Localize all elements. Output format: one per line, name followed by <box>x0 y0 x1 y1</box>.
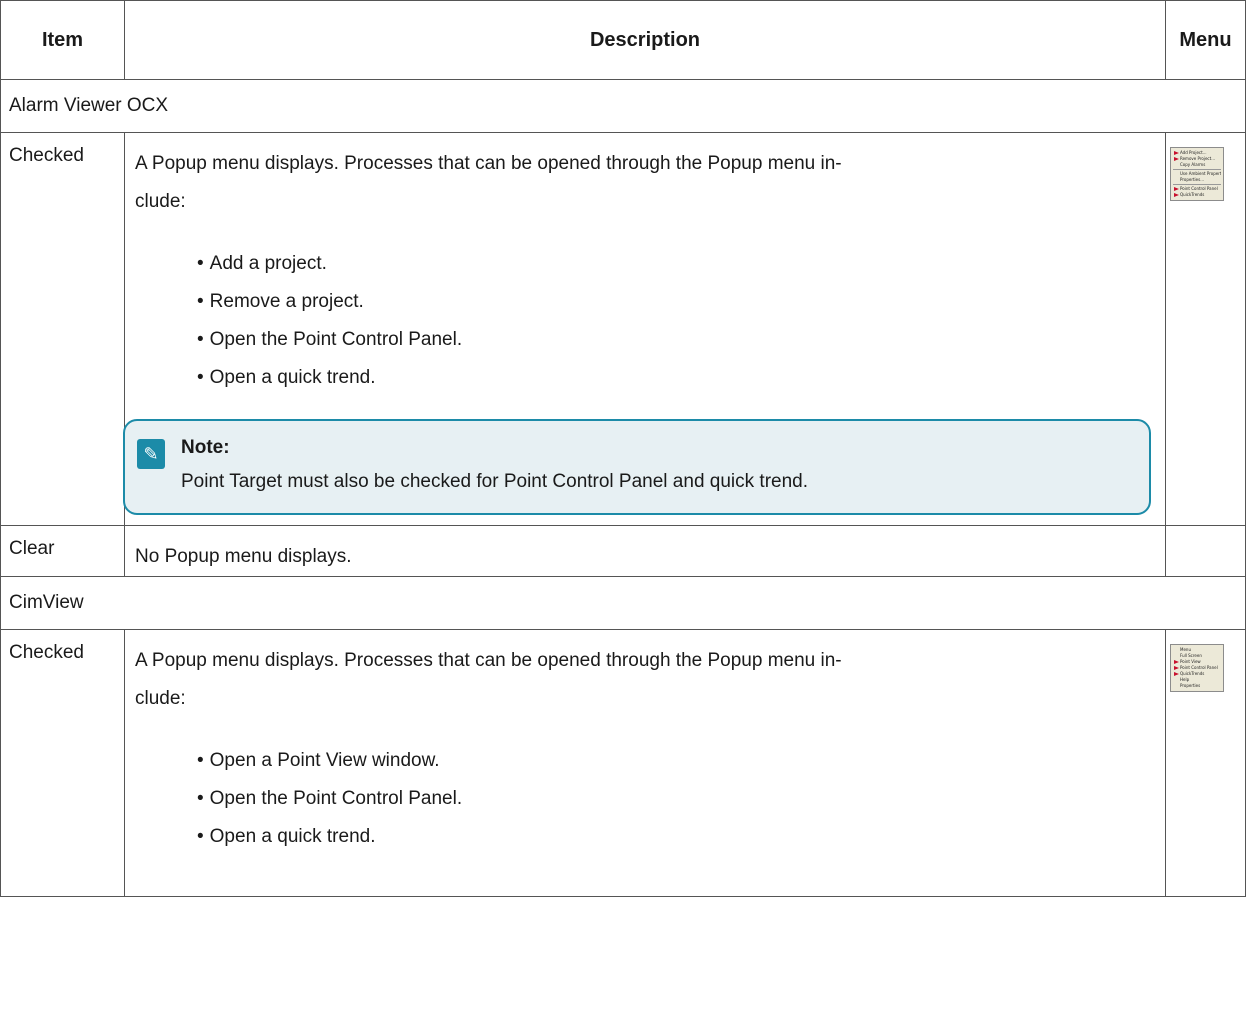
bullet-list: Add a project. Remove a project. Open th… <box>135 245 1151 397</box>
note-title: Note: <box>181 437 230 458</box>
menu-separator <box>1173 184 1221 185</box>
description-cell: A Popup menu displays. Processes that ca… <box>124 629 1166 897</box>
description-line: A Popup menu displays. Processes that ca… <box>135 650 842 671</box>
description-cell: No Popup menu displays. <box>124 525 1166 577</box>
list-item: Remove a project. <box>197 283 1151 321</box>
group-title: Alarm Viewer OCX <box>0 79 1246 133</box>
popup-menu-thumbnail: Menu Full Screen Point View Point Contro… <box>1170 644 1224 692</box>
menu-thumb-item: Properties <box>1180 683 1201 688</box>
list-item: Add a project. <box>197 245 1151 283</box>
description-line: clude: <box>135 688 186 709</box>
list-item: Open a Point View window. <box>197 742 1151 780</box>
bullet-list: Open a Point View window. Open the Point… <box>135 742 1151 856</box>
list-item: Open the Point Control Panel. <box>197 780 1151 818</box>
menu-cell: Add Project... Remove Project... Copy Al… <box>1165 132 1246 526</box>
group-row-cimview: CimView <box>0 576 1246 630</box>
list-item: Open the Point Control Panel. <box>197 321 1151 359</box>
settings-table: Item Description Menu Alarm Viewer OCX C… <box>0 0 1246 897</box>
group-row-alarm-viewer: Alarm Viewer OCX <box>0 79 1246 133</box>
table-row: Checked A Popup menu displays. Processes… <box>0 132 1246 526</box>
item-cell: Checked <box>0 132 125 526</box>
header-menu: Menu <box>1165 0 1246 80</box>
table-row: Checked A Popup menu displays. Processes… <box>0 629 1246 897</box>
list-item: Open a quick trend. <box>197 818 1151 856</box>
description-line: clude: <box>135 191 186 212</box>
header-row: Item Description Menu <box>0 0 1246 80</box>
popup-menu-thumbnail: Add Project... Remove Project... Copy Al… <box>1170 147 1224 201</box>
menu-cell <box>1165 525 1246 577</box>
menu-thumb-item: Copy Alarms <box>1180 162 1206 167</box>
menu-cell: Menu Full Screen Point View Point Contro… <box>1165 629 1246 897</box>
item-cell: Checked <box>0 629 125 897</box>
item-cell: Clear <box>0 525 125 577</box>
description-line: A Popup menu displays. Processes that ca… <box>135 153 842 174</box>
menu-separator <box>1173 169 1221 170</box>
menu-thumb-item: QuickTrends <box>1173 192 1221 198</box>
group-title: CimView <box>0 576 1246 630</box>
pencil-clipboard-icon: ✎ <box>137 439 165 469</box>
note-box: ✎ Note: Point Target must also be checke… <box>123 419 1151 515</box>
menu-thumb-item: Properties... <box>1180 177 1205 182</box>
header-description: Description <box>124 0 1166 80</box>
header-item: Item <box>0 0 125 80</box>
description-cell: A Popup menu displays. Processes that ca… <box>123 132 1166 526</box>
list-item: Open a quick trend. <box>197 359 1151 397</box>
table-row: Clear No Popup menu displays. <box>0 525 1246 577</box>
note-text: Point Target must also be checked for Po… <box>181 471 809 492</box>
